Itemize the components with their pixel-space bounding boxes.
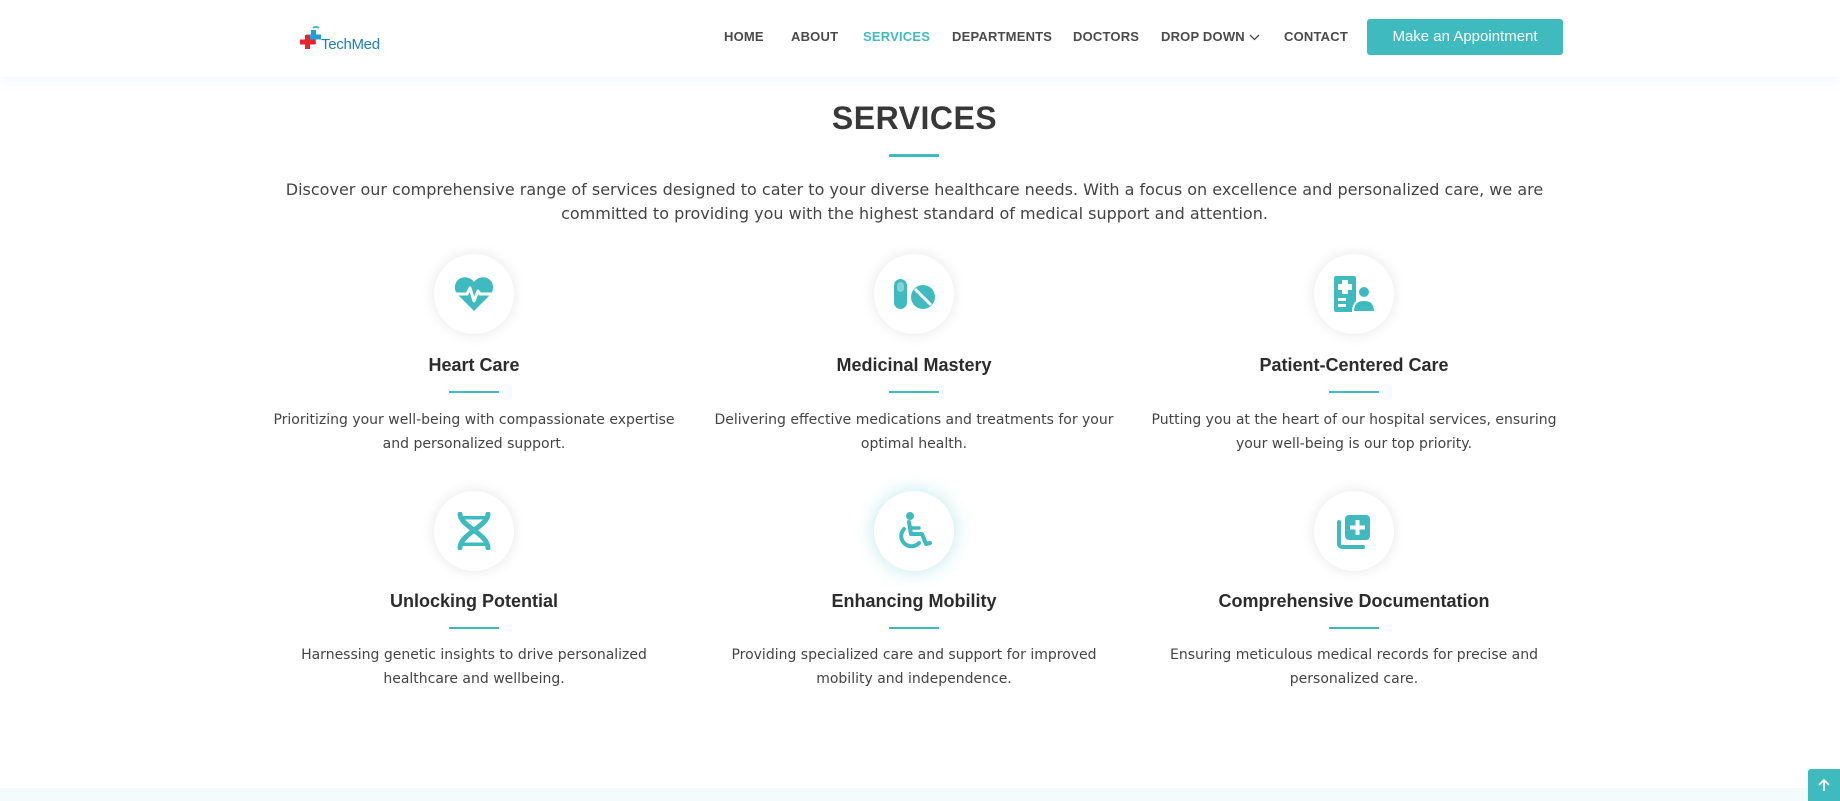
dna-icon (457, 512, 491, 550)
service-title: Comprehensive Documentation (1218, 591, 1490, 611)
service-icon-circle (874, 254, 954, 334)
logo-text: TechMed (321, 36, 380, 53)
nav-doctors[interactable]: DOCTORS (1073, 28, 1139, 46)
hospital-user-icon (1334, 276, 1375, 313)
notes-medical-icon (1337, 515, 1370, 549)
service-icon-circle (434, 254, 514, 334)
section-title: SERVICES (831, 100, 998, 136)
service-description: Prioritizing your well-being with compas… (273, 412, 675, 452)
service-title-underline (1329, 391, 1379, 393)
next-section-band (0, 788, 1840, 801)
chevron-down-icon (1249, 34, 1260, 41)
service-title-underline (889, 391, 939, 393)
service-title-underline (1329, 627, 1379, 629)
logo[interactable]: TechMed (300, 24, 380, 52)
back-to-top-button[interactable] (1808, 769, 1840, 801)
site-header: TechMed HOME ABOUT SERVICES DEPARTMENTS … (0, 0, 1840, 77)
wheelchair-icon (899, 512, 932, 549)
make-appointment-button[interactable]: Make an Appointment (1367, 19, 1563, 55)
service-description: Ensuring meticulous medical records for … (1169, 647, 1539, 687)
nav-dropdown-label: DROP DOWN (1161, 29, 1245, 44)
service-title: Enhancing Mobility (831, 591, 997, 611)
nav-services[interactable]: SERVICES (863, 28, 930, 46)
nav-dropdown[interactable]: DROP DOWN (1161, 28, 1260, 46)
service-icon-circle (1314, 491, 1394, 571)
arrow-up-icon (1818, 778, 1830, 791)
heart-pulse-icon (454, 277, 494, 311)
section-intro: Discover our comprehensive range of serv… (285, 180, 1544, 223)
service-icon-circle (434, 491, 514, 571)
service-icon-circle (1314, 254, 1394, 334)
service-description: Harnessing genetic insights to drive per… (301, 647, 647, 687)
nav-about[interactable]: ABOUT (791, 28, 838, 46)
service-description: Delivering effective medications and tre… (714, 412, 1114, 452)
service-icon-circle (874, 491, 954, 571)
service-description: Providing specialized care and support f… (731, 647, 1097, 687)
service-title: Medicinal Mastery (836, 355, 992, 375)
service-title: Heart Care (428, 355, 520, 375)
service-title: Patient-Centered Care (1259, 355, 1449, 375)
service-description: Putting you at the heart of our hospital… (1151, 412, 1557, 452)
capsules-icon (894, 279, 935, 309)
service-title-underline (449, 391, 499, 393)
nav-home[interactable]: HOME (724, 28, 764, 46)
nav-departments[interactable]: DEPARTMENTS (952, 28, 1052, 46)
service-title: Unlocking Potential (389, 591, 558, 611)
title-underline (889, 154, 939, 157)
service-title-underline (889, 627, 939, 629)
service-title-underline (449, 627, 499, 629)
nav-contact[interactable]: CONTACT (1284, 28, 1348, 46)
